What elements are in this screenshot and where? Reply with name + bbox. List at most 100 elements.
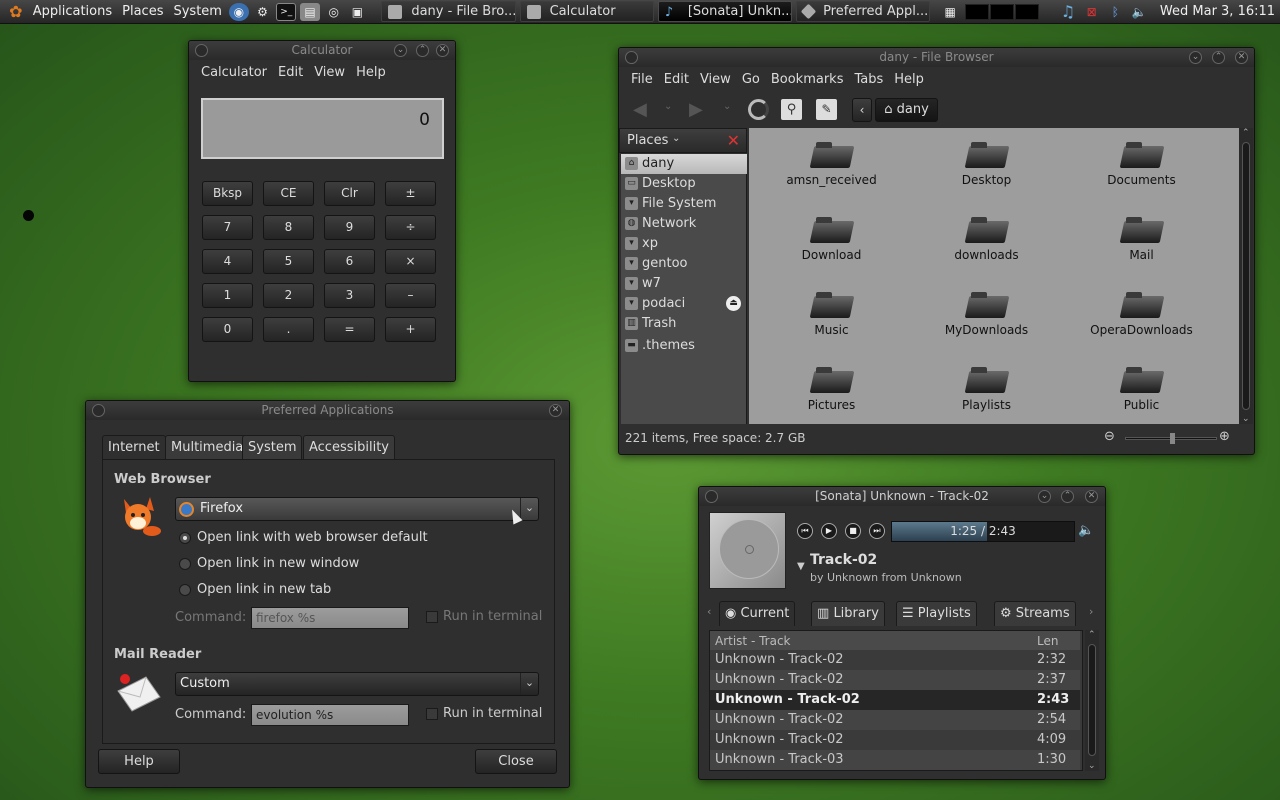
zoom-slider-handle[interactable] [1170,433,1175,444]
radio-new-window[interactable] [179,558,191,570]
mail-client-select[interactable]: Custom ⌄ [175,672,539,696]
volume-icon[interactable]: 🔈 [1078,523,1094,538]
key-ce-button[interactable]: CE [263,181,314,206]
scrollbar-thumb[interactable] [1242,142,1250,410]
menu-calculator[interactable]: Calculator [201,65,267,80]
zoom-in-icon[interactable]: ⊕ [1219,429,1230,444]
playlist-row[interactable]: Unknown - Track-02 2:54 [710,710,1080,730]
show-desktop-icon[interactable]: ▦ [940,3,960,21]
tab-playlists[interactable]: ☰ Playlists [896,601,977,626]
window-menu-icon[interactable] [195,44,208,57]
key-7-button[interactable]: 7 [202,215,253,240]
sidebar-item-desktop[interactable]: ▭ Desktop [621,174,747,194]
workspace-switcher[interactable] [965,3,1040,20]
menu-view[interactable]: View [700,72,731,87]
disk-icon[interactable]: ▤ [300,2,320,21]
places-dropdown-arrow-icon[interactable]: ⌄ [672,133,680,144]
screenshot-icon[interactable]: ▣ [348,3,368,21]
scroll-down-icon[interactable]: ⌄ [1242,414,1250,424]
menu-tabs[interactable]: Tabs [854,72,883,87]
zoom-out-icon[interactable]: ⊖ [1104,429,1115,444]
key-2-button[interactable]: 2 [263,283,314,308]
menu-bookmarks[interactable]: Bookmarks [771,72,844,87]
mail-command-input[interactable]: evolution %s [251,704,409,726]
sidebar-item-themes[interactable]: ▬ .themes [621,336,747,356]
playlist-row[interactable]: Unknown - Track-03 1:30 [710,750,1080,770]
chevron-down-icon[interactable]: ⌄ [520,498,538,520]
vertical-scrollbar[interactable]: ⌃ ⌄ [1239,128,1253,424]
menu-help[interactable]: Help [894,72,924,87]
menu-help[interactable]: Help [356,65,386,80]
sonata-titlebar[interactable]: [Sonata] Unknown - Track-02 ⌄ ⌃ ✕ [699,487,1105,506]
radio-new-tab[interactable] [179,584,191,596]
key-divide-button[interactable]: ÷ [385,215,436,240]
maximize-icon[interactable]: ⌃ [1061,490,1074,503]
key-5-button[interactable]: 5 [263,249,314,274]
key-add-button[interactable]: + [385,317,436,342]
stop-icon[interactable]: ■ [845,523,861,539]
folder-item[interactable]: Music [754,290,909,337]
terminal-icon[interactable]: >_ [276,2,297,21]
path-left-button[interactable]: ‹ [852,98,872,122]
task-sonata[interactable]: ♪ [Sonata] Unkn... [657,1,793,22]
location-toggle-icon[interactable]: ✎ [816,99,837,120]
clock[interactable]: Wed Mar 3, 16:11 [1155,4,1280,19]
settings-icon[interactable]: ⚙ [253,3,273,21]
progress-bar[interactable]: 1:25 / 2:43 [891,521,1075,542]
tab-multimedia[interactable]: Multimedia [165,435,250,459]
key-8-button[interactable]: 8 [263,215,314,240]
preferred-apps-titlebar[interactable]: Preferred Applications ✕ [86,401,569,420]
folder-item[interactable]: amsn_received [754,140,909,187]
minimize-icon[interactable]: ⌄ [1189,51,1202,64]
key-6-button[interactable]: 6 [324,249,375,274]
scrollbar-thumb[interactable] [1088,644,1096,756]
folder-item[interactable]: Download [754,215,909,262]
play-icon[interactable]: ▶ [821,523,837,539]
workspace-2[interactable] [990,3,1015,20]
playlist-row[interactable]: Unknown - Track-02 4:09 [710,730,1080,750]
key-0-button[interactable]: 0 [202,317,253,342]
key-decimal-button[interactable]: . [263,317,314,342]
back-history-icon[interactable]: ⌄ [664,101,672,112]
scroll-up-icon[interactable]: ⌃ [1088,630,1096,640]
minimize-icon[interactable]: ⌄ [394,44,407,57]
web-run-in-terminal-label[interactable]: Run in terminal [443,609,542,624]
option-new-window-label[interactable]: Open link in new window [197,556,359,571]
gnome-foot-icon[interactable]: ✿ [6,2,26,21]
folder-item[interactable]: downloads [909,215,1064,262]
playlist-row[interactable]: Unknown - Track-02 2:43 [710,690,1080,710]
volume-icon[interactable]: 🔈 [1129,3,1149,21]
web-command-input[interactable]: firefox %s [251,607,409,629]
sidebar-item-gentoo[interactable]: ▾ gentoo [621,254,747,274]
web-browser-icon[interactable]: ◉ [228,2,249,21]
tab-system[interactable]: System [242,435,303,459]
key-clr-button[interactable]: Clr [324,181,375,206]
calculator-titlebar[interactable]: Calculator ⌄ ⌃ ✕ [189,41,455,60]
folder-item[interactable]: MyDownloads [909,290,1064,337]
menu-edit[interactable]: Edit [278,65,303,80]
help-button[interactable]: Help [98,749,180,774]
menu-view[interactable]: View [314,65,345,80]
sidebar-item-w7[interactable]: ▾ w7 [621,274,747,294]
scroll-down-icon[interactable]: ⌄ [1088,761,1096,771]
menu-edit[interactable]: Edit [664,72,689,87]
close-button[interactable]: Close [475,749,557,774]
menu-file[interactable]: File [631,72,653,87]
key-subtract-button[interactable]: – [385,283,436,308]
sonata-tray-icon[interactable]: ♫ [1058,2,1078,21]
network-disconnected-icon[interactable]: ⊠ [1082,3,1102,21]
menu-places[interactable]: Places [117,4,168,19]
key-bksp-button[interactable]: Bksp [202,181,253,206]
window-menu-icon[interactable] [92,404,105,417]
task-preferred-apps[interactable]: Preferred Appl... [796,1,931,22]
search-icon[interactable]: ⚲ [781,99,802,120]
folder-item[interactable]: Playlists [909,365,1064,412]
workspace-1[interactable] [965,3,990,20]
menu-system[interactable]: System [168,4,226,19]
forward-history-icon[interactable]: ⌄ [723,101,731,112]
playlist-row[interactable]: Unknown - Track-02 2:37 [710,670,1080,690]
browser-select[interactable]: Firefox ⌄ [175,497,539,521]
sidebar-item-podaci[interactable]: ▾ podaci ⏏ [621,294,747,314]
back-icon[interactable]: ◀ [633,99,647,120]
column-artist-track[interactable]: Artist - Track [715,634,791,648]
